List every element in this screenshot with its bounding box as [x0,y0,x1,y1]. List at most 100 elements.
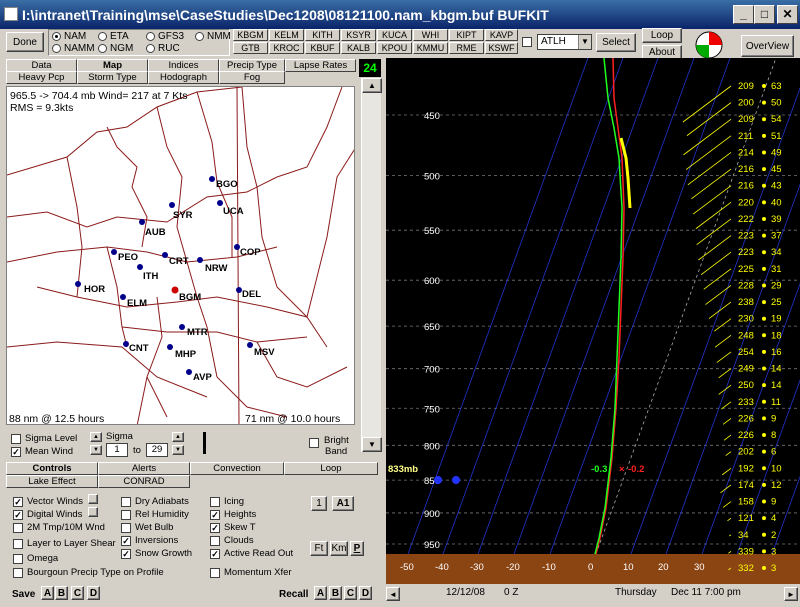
station-button[interactable]: WHI [413,29,448,41]
station-dot[interactable] [111,249,117,255]
radio-nmm[interactable]: NMM [195,31,231,42]
save-d-button[interactable]: D [87,586,100,600]
station-dot[interactable] [137,264,143,270]
minimize-button[interactable]: _ [733,5,754,24]
station-dot[interactable] [120,294,126,300]
sigma-down-icon[interactable]: ▼ [90,445,102,455]
clouds-checkbox[interactable]: Clouds [210,535,254,546]
station-button[interactable]: RME [449,42,484,54]
layer-shear-checkbox[interactable]: Layer to Layer Shear [13,538,116,549]
station-button[interactable]: KUCA [377,29,412,41]
active-readout-checkbox[interactable]: ✓ Active Read Out [210,548,293,559]
station-button[interactable]: KELM [269,29,304,41]
sigma-to-down-icon[interactable]: ▼ [172,445,184,455]
snow-growth-checkbox[interactable]: ✓ Snow Growth [121,548,192,559]
save-b-button[interactable]: B [55,586,68,600]
scroll-left-icon[interactable]: ◄ [386,587,400,601]
tab-lapse-rates[interactable]: Lapse Rates [285,59,356,72]
tab-heavy-pcp[interactable]: Heavy Pcp [6,71,77,84]
skew-t-diagram[interactable]: 450 500 550 600 650 700 750 800 850 900 950 -50 -40… [386,57,800,604]
digital-winds-option-button[interactable] [88,507,98,517]
tab-hodograph[interactable]: Hodograph [148,71,219,84]
site-select[interactable]: ATLH ▼ [537,34,592,50]
ft-button[interactable]: Ft [310,541,328,556]
station-dot[interactable] [186,369,192,375]
scroll-down-icon[interactable]: ▼ [362,437,382,452]
skew-t-checkbox[interactable]: ✓ Skew T [210,522,256,533]
momentum-xfer-checkbox[interactable]: Momentum Xfer [210,567,292,578]
done-button[interactable]: Done [6,32,44,52]
station-dot[interactable] [162,252,168,258]
station-dot[interactable] [179,324,185,330]
vector-winds-checkbox[interactable]: ✓ Vector Winds [13,496,83,507]
km-button[interactable]: Km [330,541,348,556]
tab-conrad[interactable]: CONRAD [98,475,190,488]
omega-checkbox[interactable]: Omega [13,553,58,564]
maximize-button[interactable]: □ [754,5,775,24]
2m-tmp-checkbox[interactable]: 2M Tmp/10M Wnd [13,522,105,533]
vector-winds-option-button[interactable] [88,494,98,504]
station-button[interactable]: GTB [233,42,268,54]
station-button[interactable]: KSWF [485,42,518,54]
recall-b-button[interactable]: B [329,586,342,600]
bourgoun-checkbox[interactable]: Bourgoun Precip Type on Profile [13,567,164,578]
tab-alerts[interactable]: Alerts [98,462,190,475]
dry-adiabats-checkbox[interactable]: Dry Adiabats [121,496,189,507]
one-button[interactable]: 1 [311,496,327,511]
station-button[interactable]: KMMU [413,42,448,54]
digital-winds-checkbox[interactable]: ✓ Digital Winds [13,509,82,520]
radio-ruc[interactable]: RUC [146,43,180,54]
tab-controls[interactable]: Controls [6,462,98,475]
station-dot[interactable] [197,257,203,263]
rel-humidity-checkbox[interactable]: Rel Humidity [121,509,189,520]
sigma-from-input[interactable]: 1 [106,443,128,457]
map-scrollbar[interactable]: ▲ ▼ [361,78,382,452]
sigma-up-icon[interactable]: ▲ [90,432,102,442]
radio-gfs3[interactable]: GFS3 [146,31,184,42]
inversions-checkbox[interactable]: ✓ Inversions [121,535,178,546]
station-dot[interactable] [167,344,173,350]
a1-button[interactable]: A1 [332,496,354,511]
tab-convection[interactable]: Convection [190,462,284,475]
station-button[interactable]: KPOU [377,42,412,54]
chevron-down-icon[interactable]: ▼ [578,35,591,49]
tab-loop[interactable]: Loop [284,462,378,475]
tab-storm-type[interactable]: Storm Type [77,71,148,84]
radio-nam[interactable]: NAM [52,31,86,42]
sigma-to-up-icon[interactable]: ▲ [172,432,184,442]
scroll-right-icon[interactable]: ► [784,587,798,601]
station-dot[interactable] [169,202,175,208]
save-a-button[interactable]: A [41,586,54,600]
p-button[interactable]: P [350,541,364,556]
recall-d-button[interactable]: D [359,586,372,600]
station-button[interactable]: KITH [305,29,340,41]
station-button[interactable]: KSYR [341,29,376,41]
station-dot[interactable] [139,219,145,225]
scroll-up-icon[interactable]: ▲ [362,78,382,93]
station-map[interactable]: BGO SYR UCA AUB COP PEO CRT NRW ITH HOR … [6,86,355,425]
station-dot[interactable] [247,342,253,348]
station-button[interactable]: KROC [269,42,304,54]
station-button[interactable]: KIPT [449,29,484,41]
station-button[interactable]: KBUF [305,42,340,54]
save-c-button[interactable]: C [71,586,84,600]
station-button[interactable]: KALB [341,42,376,54]
station-button[interactable]: KBGM [233,29,268,41]
toggle-checkbox[interactable] [522,37,536,47]
station-dot[interactable] [75,281,81,287]
radio-eta[interactable]: ETA [98,31,129,42]
overview-button[interactable]: OverView [741,35,794,57]
mean-wind-checkbox[interactable]: ✓ Mean Wind [11,446,73,457]
sigma-to-input[interactable]: 29 [146,443,168,457]
station-dot[interactable] [209,176,215,182]
tab-fog[interactable]: Fog [219,71,285,84]
radio-ngm[interactable]: NGM [98,43,133,54]
station-dot-selected[interactable] [171,286,179,294]
recall-c-button[interactable]: C [344,586,357,600]
tab-lake-effect[interactable]: Lake Effect [6,475,98,488]
loop-button[interactable]: Loop [642,28,682,43]
close-button[interactable]: ✕ [777,5,798,24]
station-button[interactable]: KAVP [485,29,518,41]
bright-band-checkbox[interactable] [309,438,323,448]
heights-checkbox[interactable]: ✓ Heights [210,509,256,520]
